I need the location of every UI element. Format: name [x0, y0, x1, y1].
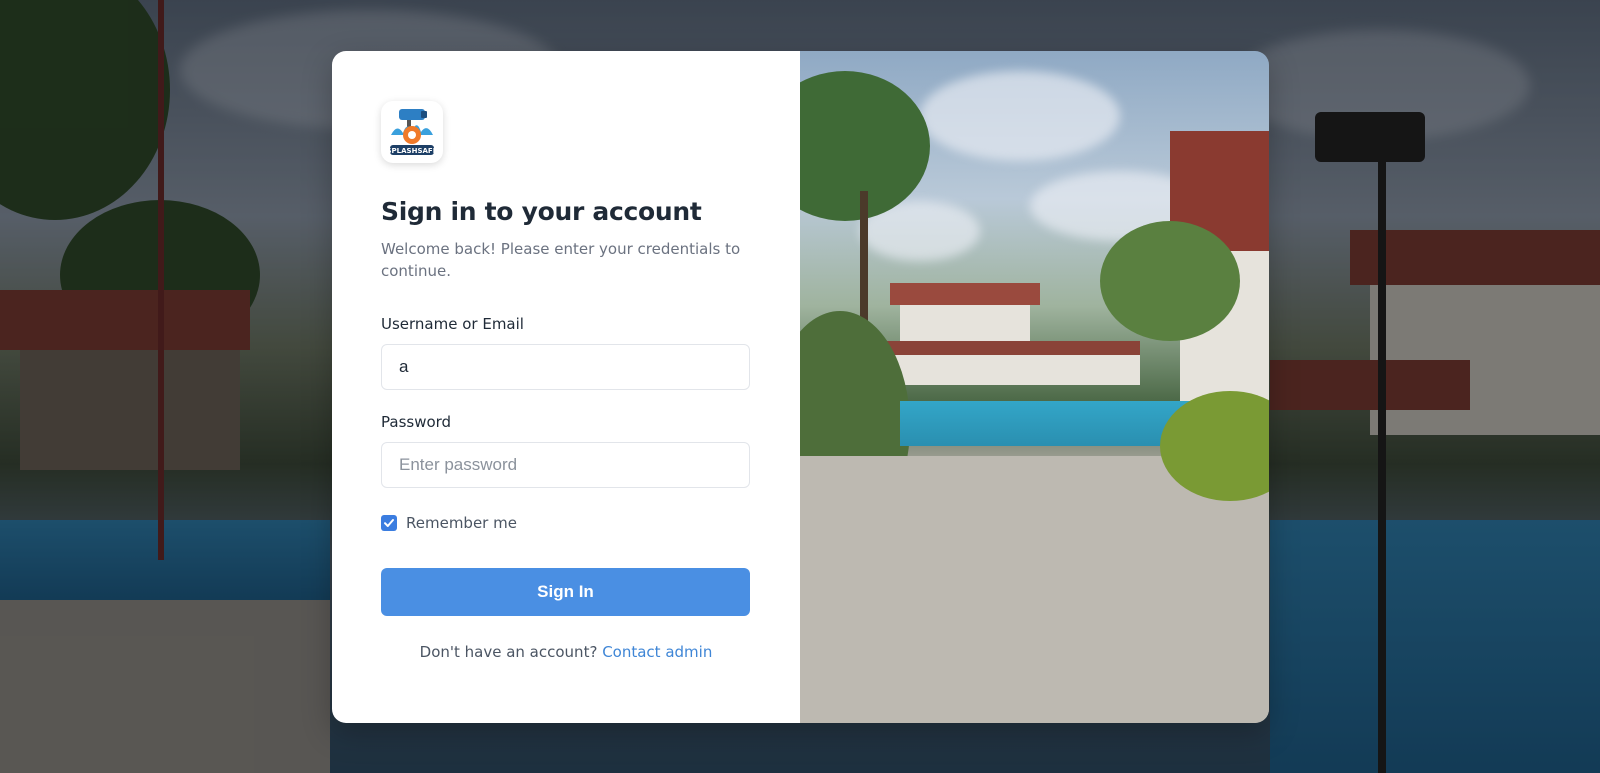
sign-in-button[interactable]: Sign In [381, 568, 750, 616]
username-input[interactable] [381, 344, 750, 390]
splashsafe-logo-icon: SPLASHSAFE [387, 109, 438, 155]
page-subtitle: Welcome back! Please enter your credenti… [381, 240, 741, 280]
page-title: Sign in to your account [381, 197, 702, 226]
signup-prompt-text: Don't have an account? [419, 643, 598, 661]
check-icon [384, 519, 394, 527]
login-card: SPLASHSAFE Sign in to your account Welco… [332, 51, 1269, 723]
remember-me-label: Remember me [406, 514, 517, 532]
remember-me-checkbox[interactable] [381, 515, 397, 531]
username-label: Username or Email [381, 315, 524, 333]
resort-pool-photo [800, 51, 1269, 723]
contact-admin-link[interactable]: Contact admin [602, 643, 712, 661]
logo-text: SPLASHSAFE [387, 147, 438, 155]
remember-me-row[interactable]: Remember me [381, 513, 751, 533]
password-input[interactable] [381, 442, 750, 488]
password-label: Password [381, 413, 452, 431]
login-form-panel: SPLASHSAFE Sign in to your account Welco… [332, 51, 800, 723]
splashsafe-logo: SPLASHSAFE [381, 101, 443, 163]
signup-prompt: Don't have an account? Contact admin [381, 643, 751, 661]
